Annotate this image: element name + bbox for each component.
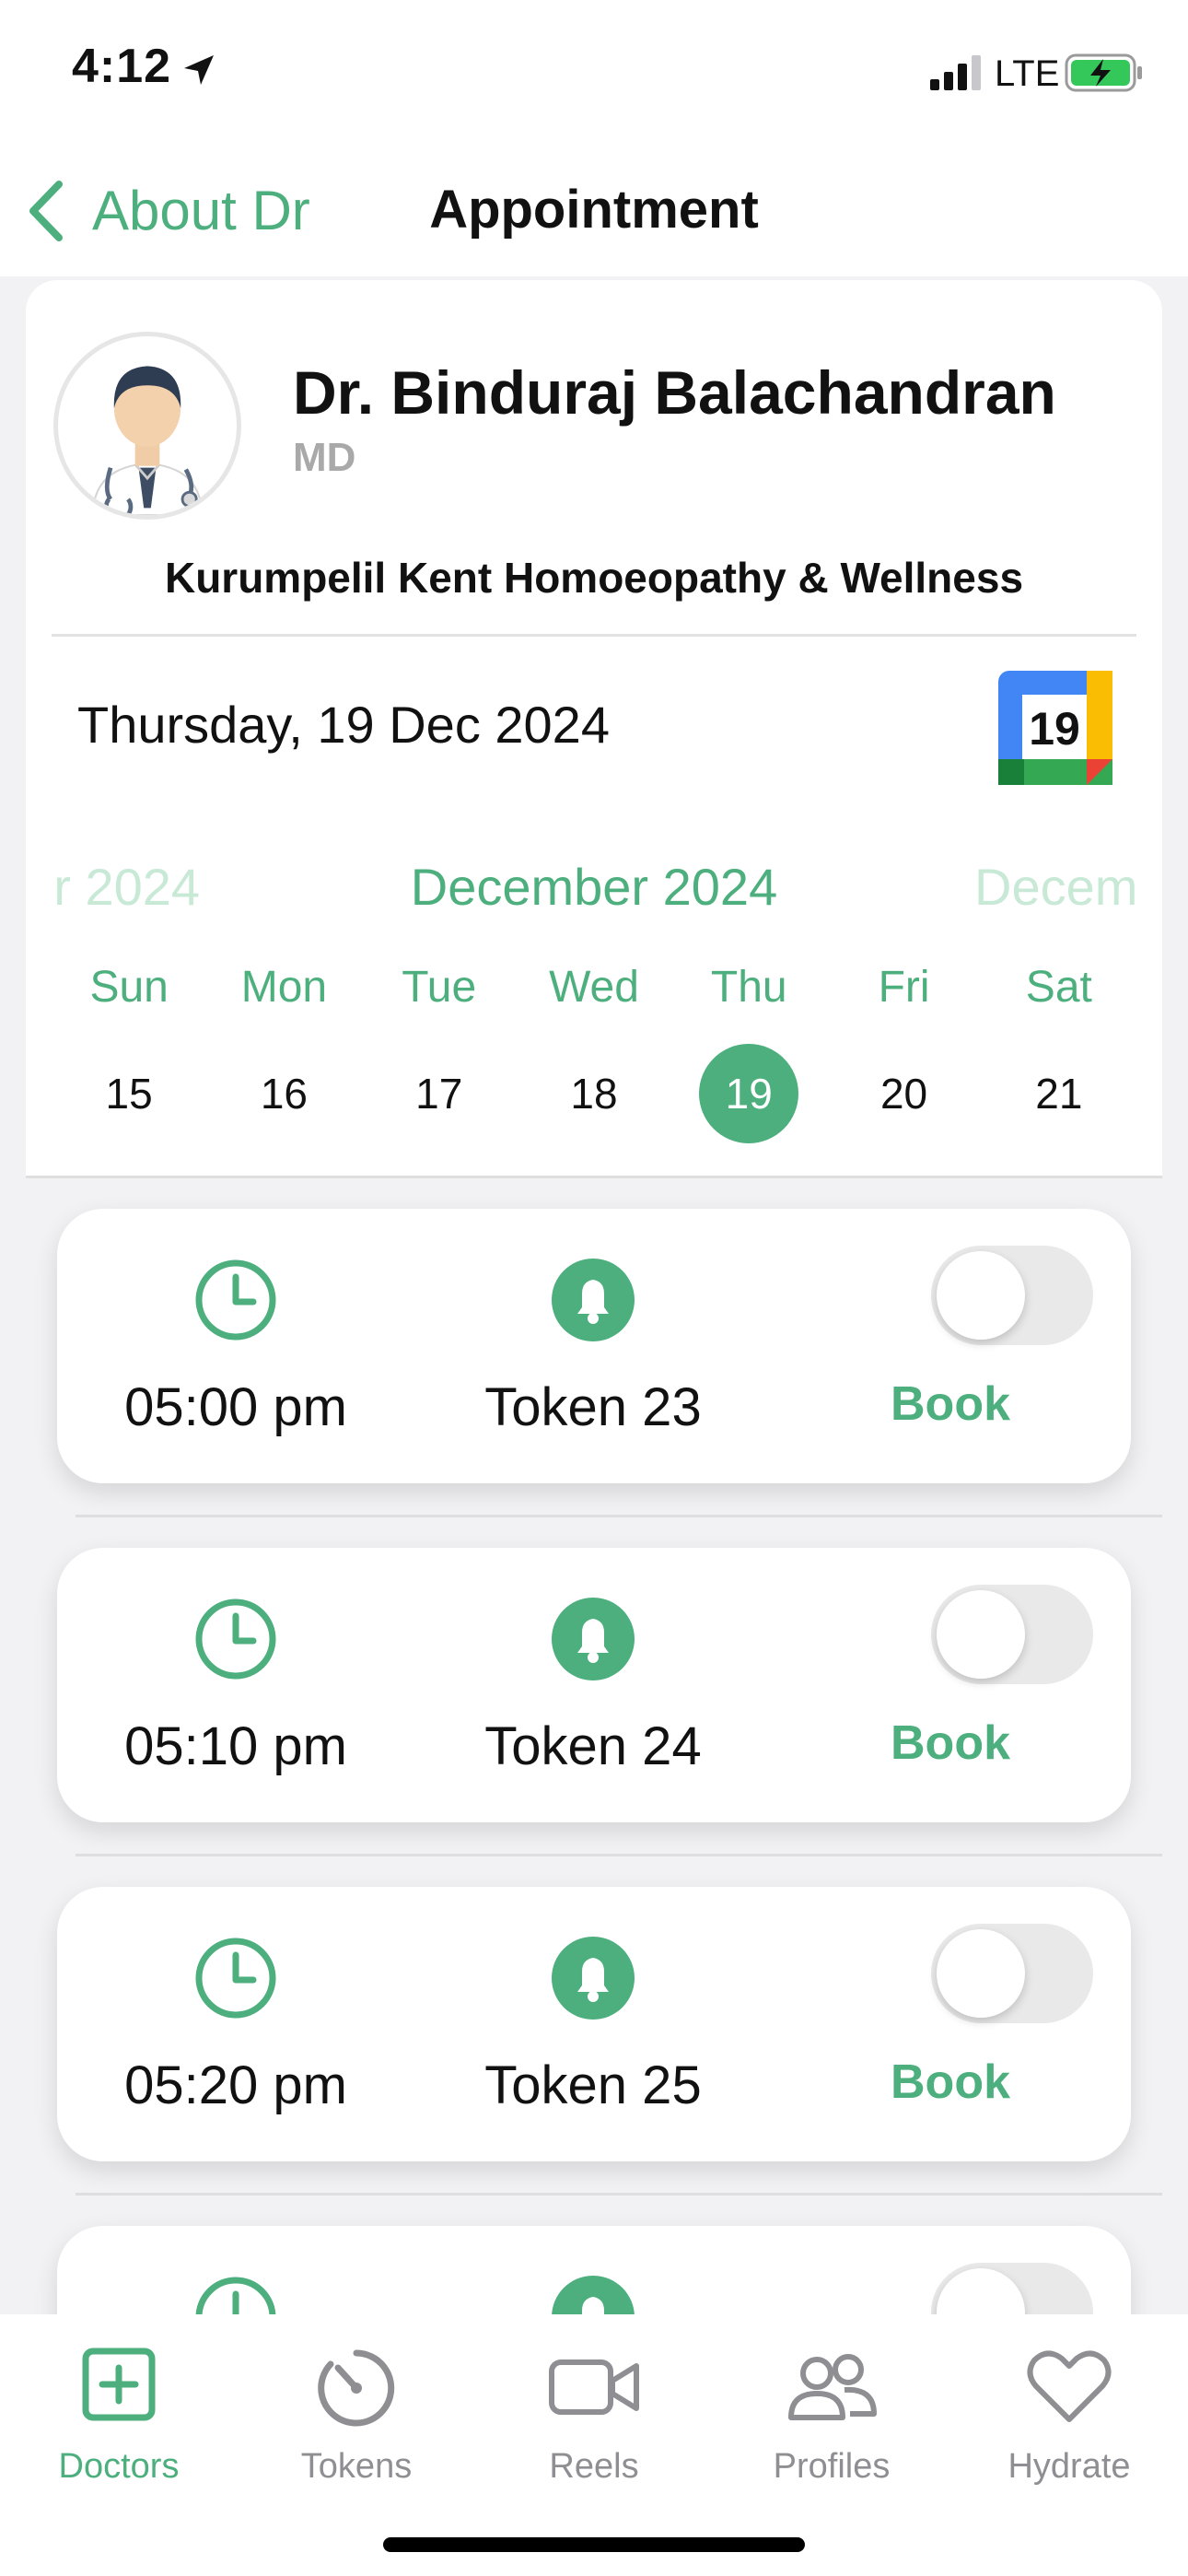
- location-arrow-icon: [184, 55, 214, 85]
- time-slot-card: 05:00 pm Token 23 Book: [57, 1209, 1131, 1483]
- day-number[interactable]: 21: [1009, 1044, 1109, 1143]
- nav-bar: About Dr Appointment: [0, 138, 1188, 276]
- heart-icon: [1027, 2350, 1112, 2422]
- tab-reels[interactable]: Reels: [475, 2336, 713, 2502]
- slot-token-label: Token 25: [484, 2055, 702, 2115]
- doctor-card: Dr. Binduraj Balachandran MD Kurumpelil …: [26, 280, 1162, 1178]
- battery-charging-icon: [1065, 53, 1142, 92]
- slot-token: Token 23: [414, 1209, 772, 1483]
- calendar-day[interactable]: 17: [362, 1043, 517, 1144]
- divider: [76, 1515, 1162, 1517]
- clock-icon: [195, 1259, 276, 1341]
- weekday-label: Sat: [1025, 963, 1092, 1012]
- selected-date: Thursday, 19 Dec 2024: [77, 696, 610, 754]
- page-title: Appointment: [429, 180, 759, 240]
- weekday-label: Mon: [240, 963, 328, 1012]
- clock-icon: [195, 1938, 276, 2019]
- bell-icon: [552, 1259, 635, 1341]
- home-indicator[interactable]: [383, 2537, 805, 2552]
- calendar-day-selected[interactable]: 19: [671, 1043, 826, 1144]
- book-button[interactable]: Book: [772, 1715, 1129, 1771]
- tab-label: Profiles: [773, 2447, 891, 2486]
- status-bar: 4:12 LTE: [0, 0, 1188, 138]
- day-number[interactable]: 18: [544, 1044, 644, 1143]
- calendar-day[interactable]: 20: [826, 1043, 981, 1144]
- book-toggle[interactable]: [931, 1924, 1093, 2023]
- divider: [76, 2193, 1162, 2195]
- tab-tokens[interactable]: Tokens: [238, 2336, 475, 2502]
- divider: [52, 634, 1136, 637]
- month-carousel[interactable]: ber 2024 December 2024 Decemb: [52, 851, 1136, 925]
- next-month[interactable]: Decemb: [974, 857, 1136, 917]
- weekday-label: Fri: [878, 963, 930, 1012]
- day-number[interactable]: 17: [390, 1044, 489, 1143]
- bell-icon: [552, 1937, 635, 2020]
- weekday-header: Sun Mon Tue Wed Thu Fri Sat: [52, 962, 1136, 1017]
- tab-label: Hydrate: [1007, 2447, 1131, 2486]
- doctor-avatar: [53, 332, 241, 520]
- day-number[interactable]: 16: [234, 1044, 333, 1143]
- slot-token-label: Token 23: [484, 1377, 702, 1437]
- book-button[interactable]: Book: [772, 1376, 1129, 1432]
- weekday-label: Sun: [89, 963, 169, 1012]
- signal-icon: [930, 55, 981, 90]
- calendar-day[interactable]: 15: [52, 1043, 206, 1144]
- bell-icon: [552, 1598, 635, 1680]
- tab-doctors[interactable]: Doctors: [0, 2336, 238, 2502]
- calendar-day[interactable]: 21: [982, 1043, 1136, 1144]
- timer-icon: [318, 2349, 395, 2427]
- weekday-label: Tue: [402, 963, 477, 1012]
- weekday-label: Thu: [710, 963, 787, 1012]
- slot-time-label: 05:20 pm: [124, 2055, 347, 2115]
- day-row: 15 16 17 18 19 20 21: [52, 1043, 1136, 1144]
- tab-profiles[interactable]: Profiles: [713, 2336, 950, 2502]
- plus-square-icon: [82, 2348, 156, 2421]
- calendar-day[interactable]: 16: [206, 1043, 361, 1144]
- tab-hydrate[interactable]: Hydrate: [950, 2336, 1188, 2502]
- time-slot-card: 05:20 pm Token 25 Book: [57, 1887, 1131, 2161]
- calendar-day[interactable]: 18: [517, 1043, 671, 1144]
- network-label: LTE: [995, 53, 1060, 94]
- slot-time: 05:20 pm: [57, 1887, 414, 2161]
- book-toggle[interactable]: [931, 1585, 1093, 1684]
- slot-book: Book: [772, 1887, 1129, 2161]
- day-number[interactable]: 19: [699, 1044, 799, 1143]
- slot-token: Token 24: [414, 1548, 772, 1822]
- day-number[interactable]: 15: [79, 1044, 179, 1143]
- slot-time-label: 05:10 pm: [124, 1716, 347, 1776]
- book-toggle[interactable]: [931, 1246, 1093, 1345]
- slot-book: Book: [772, 1548, 1129, 1822]
- tab-label: Tokens: [300, 2447, 413, 2486]
- profiles-icon: [788, 2354, 877, 2420]
- clock-icon: [195, 1598, 276, 1680]
- doctor-avatar-image: [92, 366, 203, 515]
- tab-label: Doctors: [58, 2447, 180, 2486]
- slot-token: Token 25: [414, 1887, 772, 2161]
- divider: [26, 1176, 1162, 1178]
- doctor-name: Dr. Binduraj Balachandran: [293, 358, 1056, 427]
- slot-token-label: Token 24: [484, 1716, 702, 1776]
- weekday-label: Wed: [549, 963, 639, 1012]
- toggle-knob: [937, 1929, 1025, 2018]
- slot-time: 05:10 pm: [57, 1548, 414, 1822]
- time-slot-card: 05:10 pm Token 24 Book: [57, 1548, 1131, 1822]
- divider: [76, 1854, 1162, 1856]
- tab-label: Reels: [549, 2447, 639, 2486]
- toggle-knob: [937, 1590, 1025, 1679]
- calendar-icon[interactable]: 19: [995, 667, 1116, 789]
- slot-time-label: 05:00 pm: [124, 1377, 347, 1437]
- doctor-degree: MD: [293, 435, 356, 480]
- video-camera-icon: [549, 2359, 639, 2415]
- book-button[interactable]: Book: [772, 2055, 1129, 2110]
- clinic-name: Kurumpelil Kent Homoeopathy & Wellness: [164, 554, 1024, 602]
- slot-time: 05:00 pm: [57, 1209, 414, 1483]
- calendar-icon-day: 19: [1029, 703, 1080, 755]
- slot-book: Book: [772, 1209, 1129, 1483]
- toggle-knob: [937, 1251, 1025, 1340]
- day-number[interactable]: 20: [855, 1044, 954, 1143]
- status-time: 4:12: [72, 40, 172, 93]
